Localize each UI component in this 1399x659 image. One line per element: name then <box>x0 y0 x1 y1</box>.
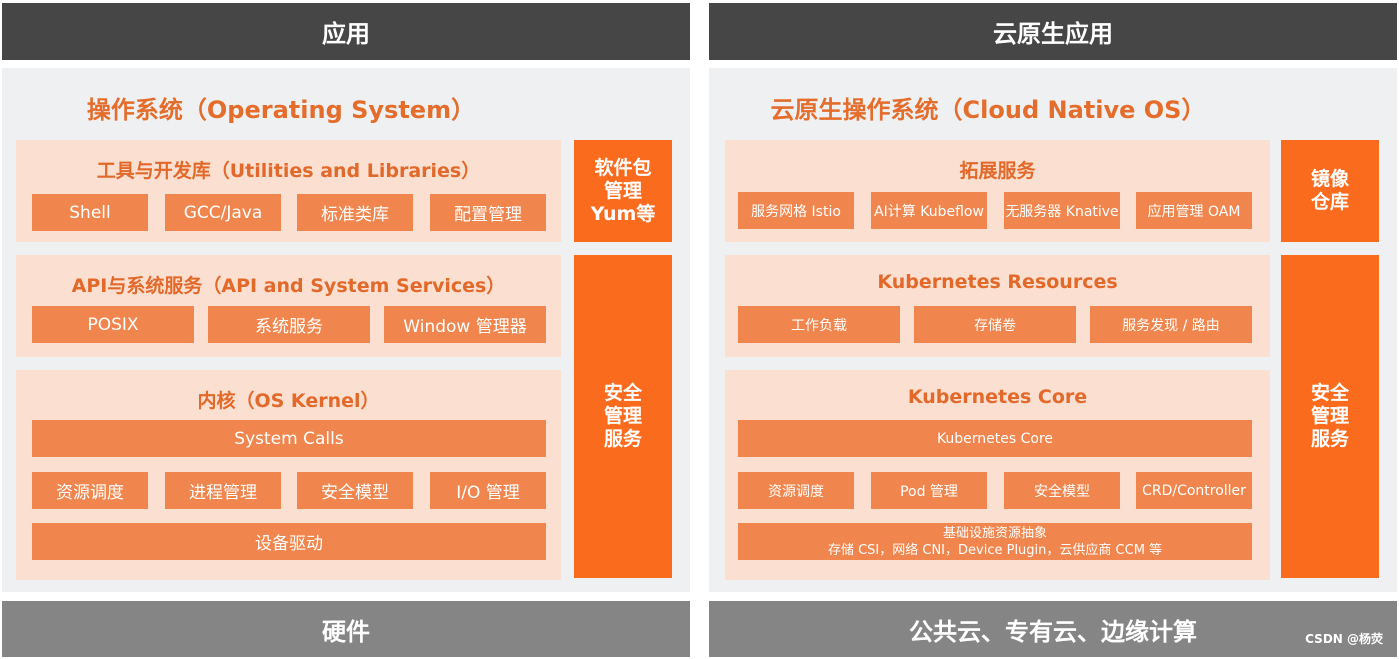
api-services-layer: API与系统服务（API and System Services） POSIX … <box>16 255 561 357</box>
security-mgmt-box: 安全 管理 服务 <box>574 255 672 578</box>
service-discovery-box: 服务发现 / 路由 <box>1090 306 1252 343</box>
oam-box: 应用管理 OAM <box>1136 192 1252 229</box>
layer-title: 拓展服务 <box>959 160 1036 182</box>
applications-bar: 应用 <box>2 3 690 60</box>
os-panel: 应用 操作系统（Operating System） 工具与开发库（Utiliti… <box>2 0 690 659</box>
device-drivers-box: 设备驱动 <box>32 523 546 560</box>
io-mgmt-box: I/O 管理 <box>430 472 546 509</box>
pod-mgmt-box: Pod 管理 <box>871 472 987 509</box>
image-registry-box: 镜像 仓库 <box>1281 140 1379 242</box>
istio-box: 服务网格 Istio <box>738 192 854 229</box>
system-services-box: 系统服务 <box>208 306 370 343</box>
layer-title: 工具与开发库（Utilities and Libraries） <box>96 160 481 182</box>
std-lib-box: 标准类库 <box>297 194 413 231</box>
system-calls-box: System Calls <box>32 420 546 457</box>
os-area: 云原生操作系统（Cloud Native OS） 拓展服务 服务网格 Istio… <box>709 68 1397 592</box>
cloud-native-panel: 云原生应用 云原生操作系统（Cloud Native OS） 拓展服务 服务网格… <box>709 0 1397 659</box>
watermark: CSDN @杨荧 <box>1305 632 1383 646</box>
layer-title: Kubernetes Core <box>907 386 1088 408</box>
shell-box: Shell <box>32 194 148 231</box>
kernel-layer: 内核（OS Kernel） System Calls 资源调度 进程管理 安全模… <box>16 370 561 580</box>
side-line: 服务 <box>603 428 642 450</box>
infra-abstraction-box: 基础设施资源抽象 存储 CSI，网络 CNI，Device Plugin，云供应… <box>738 523 1252 560</box>
utilities-layer: 工具与开发库（Utilities and Libraries） Shell GC… <box>16 140 561 242</box>
side-line: 软件包 <box>594 156 652 179</box>
security-model-box: 安全模型 <box>297 472 413 509</box>
layer-title: 内核（OS Kernel） <box>197 390 380 412</box>
cloud-native-apps-bar: 云原生应用 <box>709 3 1397 60</box>
volumes-box: 存储卷 <box>914 306 1076 343</box>
side-line: Yum等 <box>590 202 656 225</box>
os-title: 操作系统（Operating System） <box>86 96 476 124</box>
resource-scheduling-box: 资源调度 <box>32 472 148 509</box>
knative-box: 无服务器 Knative <box>1004 192 1120 229</box>
resource-scheduling-box: 资源调度 <box>738 472 854 509</box>
side-line: 仓库 <box>1310 191 1349 213</box>
process-mgmt-box: 进程管理 <box>165 472 281 509</box>
infra-abstraction-title: 基础设施资源抽象 <box>942 525 1047 541</box>
side-line: 服务 <box>1310 428 1349 450</box>
window-manager-box: Window 管理器 <box>384 306 546 343</box>
os-title: 云原生操作系统（Cloud Native OS） <box>770 96 1206 124</box>
side-line: 管理 <box>603 179 642 202</box>
security-mgmt-box: 安全 管理 服务 <box>1281 255 1379 578</box>
side-line: 安全 <box>603 382 642 404</box>
workloads-box: 工作负载 <box>738 306 900 343</box>
side-line: 管理 <box>603 405 642 427</box>
posix-box: POSIX <box>32 306 194 343</box>
package-mgmt-box: 软件包 管理 Yum等 <box>574 140 672 242</box>
k8s-core-box: Kubernetes Core <box>738 420 1252 457</box>
config-mgmt-box: 配置管理 <box>430 194 546 231</box>
infra-abstraction-detail: 存储 CSI，网络 CNI，Device Plugin，云供应商 CCM 等 <box>827 542 1163 558</box>
hardware-bar: 硬件 <box>2 601 690 657</box>
cloud-infra-bar: 公共云、专有云、边缘计算 CSDN @杨荧 <box>709 601 1397 657</box>
side-line: 安全 <box>1310 382 1349 404</box>
gcc-java-box: GCC/Java <box>165 194 281 231</box>
side-line: 镜像 <box>1310 168 1349 190</box>
layer-title: API与系统服务（API and System Services） <box>71 275 506 297</box>
kubeflow-box: AI计算 Kubeflow <box>871 192 987 229</box>
crd-controller-box: CRD/Controller <box>1136 472 1252 509</box>
security-model-box: 安全模型 <box>1004 472 1120 509</box>
k8s-resources-layer: Kubernetes Resources 工作负载 存储卷 服务发现 / 路由 <box>725 255 1270 357</box>
k8s-core-layer: Kubernetes Core Kubernetes Core 资源调度 Pod… <box>725 370 1270 580</box>
extension-services-layer: 拓展服务 服务网格 Istio AI计算 Kubeflow 无服务器 Knati… <box>725 140 1270 242</box>
os-area: 操作系统（Operating System） 工具与开发库（Utilities … <box>2 68 690 592</box>
layer-title: Kubernetes Resources <box>877 271 1118 293</box>
side-line: 管理 <box>1310 405 1349 427</box>
cloud-infra-label: 公共云、专有云、边缘计算 <box>909 617 1197 646</box>
